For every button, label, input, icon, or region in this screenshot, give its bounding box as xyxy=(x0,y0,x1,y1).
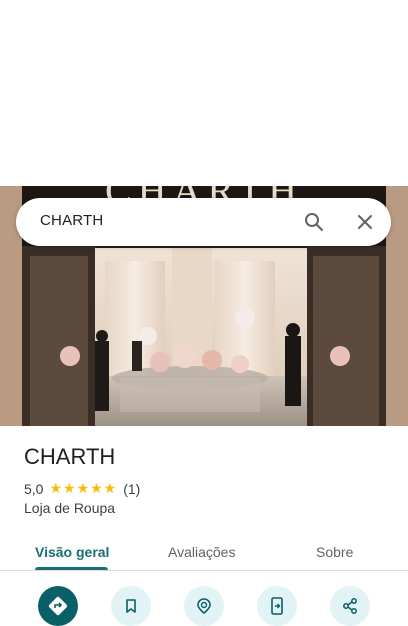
directions-icon xyxy=(48,596,68,616)
tab-about[interactable]: Sobre xyxy=(316,544,353,560)
search-bar[interactable]: CHARTH xyxy=(16,198,391,246)
rating-row[interactable]: 5,0 ★★★★★ (1) xyxy=(24,480,140,497)
search-button[interactable] xyxy=(300,208,328,236)
directions-button[interactable] xyxy=(38,586,78,626)
send-to-phone-icon xyxy=(271,597,283,615)
nearby-icon xyxy=(197,598,211,615)
star-rating-icon: ★★★★★ xyxy=(49,480,118,496)
tab-bar: Visão geral Avaliações Sobre xyxy=(0,530,408,571)
close-button[interactable] xyxy=(351,208,379,236)
blank-map-area xyxy=(0,0,408,186)
active-tab-indicator xyxy=(35,567,108,570)
share-button[interactable] xyxy=(330,586,370,626)
close-icon xyxy=(358,215,372,229)
place-details: CHARTH 5,0 ★★★★★ (1) Loja de Roupa Visão… xyxy=(0,426,408,626)
send-to-phone-button[interactable] xyxy=(257,586,297,626)
nearby-button[interactable] xyxy=(184,586,224,626)
place-category[interactable]: Loja de Roupa xyxy=(24,500,115,516)
share-icon xyxy=(343,598,357,614)
place-title: CHARTH xyxy=(24,444,116,469)
save-button[interactable] xyxy=(111,586,151,626)
action-buttons xyxy=(0,584,408,626)
search-icon xyxy=(305,213,323,231)
rating-value: 5,0 xyxy=(24,480,44,497)
search-input[interactable]: CHARTH xyxy=(40,212,103,229)
tab-reviews[interactable]: Avaliações xyxy=(168,544,235,560)
tab-overview[interactable]: Visão geral xyxy=(35,544,109,560)
review-count: (1) xyxy=(123,480,141,497)
